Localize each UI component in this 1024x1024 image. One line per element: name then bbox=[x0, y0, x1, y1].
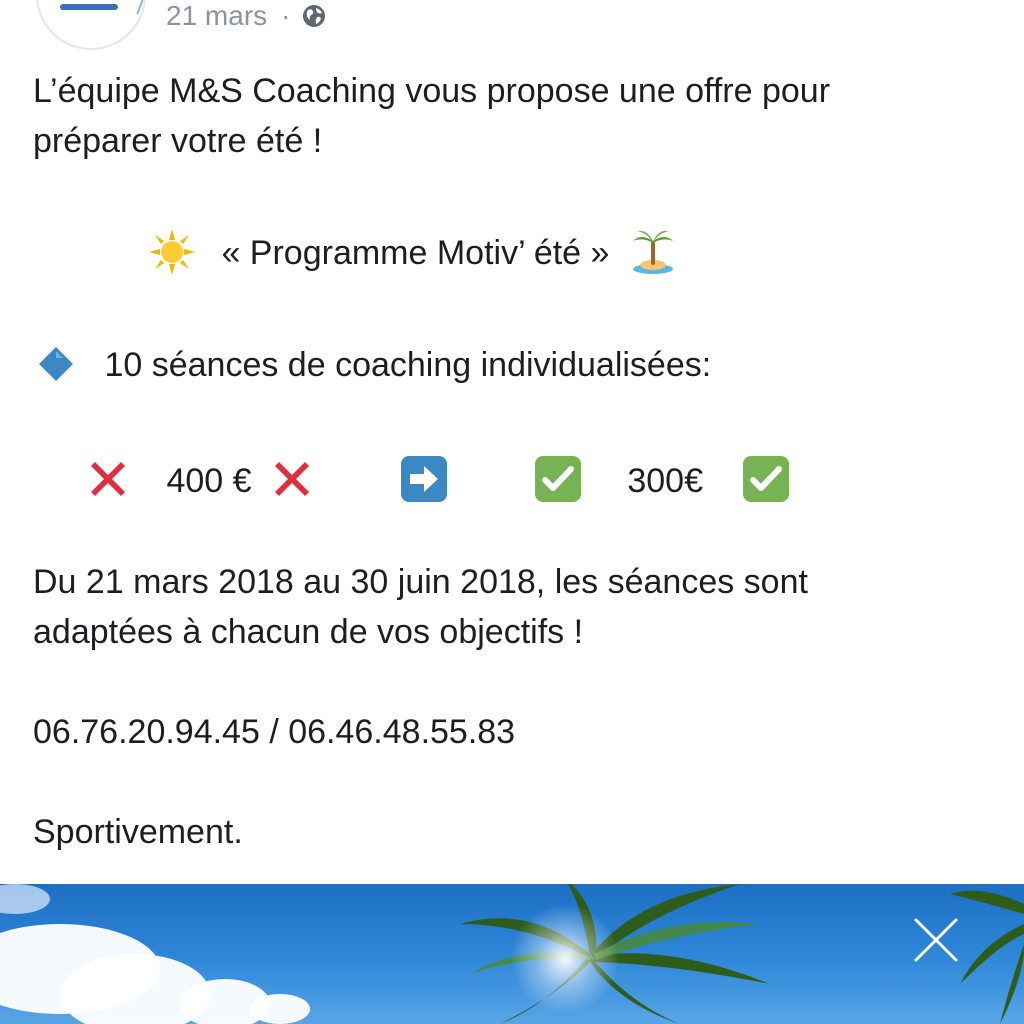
page-avatar[interactable] bbox=[36, 0, 146, 50]
program-line: « Programme Motiv’ été » bbox=[148, 228, 677, 278]
cloud bbox=[250, 994, 310, 1024]
sessions-text: 10 séances de coaching individualisées: bbox=[104, 346, 712, 384]
cloud bbox=[0, 884, 50, 914]
sessions-line: 10 séances de coaching individualisées: bbox=[37, 340, 711, 390]
check-mark-icon bbox=[534, 456, 581, 503]
close-icon[interactable] bbox=[908, 912, 964, 968]
desert-island-icon bbox=[632, 230, 673, 275]
post-image[interactable] bbox=[0, 884, 1024, 1024]
price-line: 400 € 300€ bbox=[85, 456, 790, 506]
phone-numbers[interactable]: 06.76.20.94.45 / 06.46.48.55.83 bbox=[33, 707, 515, 757]
palm-tree bbox=[460, 884, 770, 1024]
avatar-logo-wave bbox=[116, 0, 144, 14]
sun-icon bbox=[149, 229, 195, 276]
meta-separator: · bbox=[281, 0, 291, 31]
sun-glare bbox=[510, 904, 620, 1014]
post-date[interactable]: 21 mars bbox=[166, 0, 267, 32]
dates-line-1: Du 21 mars 2018 au 30 juin 2018, les séa… bbox=[33, 563, 808, 601]
intro-line-1: L’équipe M&S Coaching vous propose une o… bbox=[33, 72, 831, 110]
cross-mark-icon bbox=[91, 462, 125, 497]
check-mark-icon bbox=[743, 456, 790, 503]
new-price: 300€ bbox=[627, 462, 703, 500]
dates-line-2: adaptées à chacun de vos objectifs ! bbox=[33, 613, 584, 651]
post-meta: 21 mars · bbox=[166, 0, 326, 34]
intro-line-2: préparer votre été ! bbox=[33, 122, 323, 160]
program-title: « Programme Motiv’ été » bbox=[221, 234, 610, 272]
cross-mark-icon bbox=[275, 462, 309, 497]
avatar-logo-bar bbox=[60, 4, 118, 10]
old-price: 400 € bbox=[166, 462, 252, 500]
blue-diamond-icon bbox=[39, 347, 73, 382]
globe-icon[interactable] bbox=[302, 4, 326, 28]
right-arrow-icon bbox=[401, 456, 448, 503]
signoff: Sportivement. bbox=[33, 813, 243, 851]
